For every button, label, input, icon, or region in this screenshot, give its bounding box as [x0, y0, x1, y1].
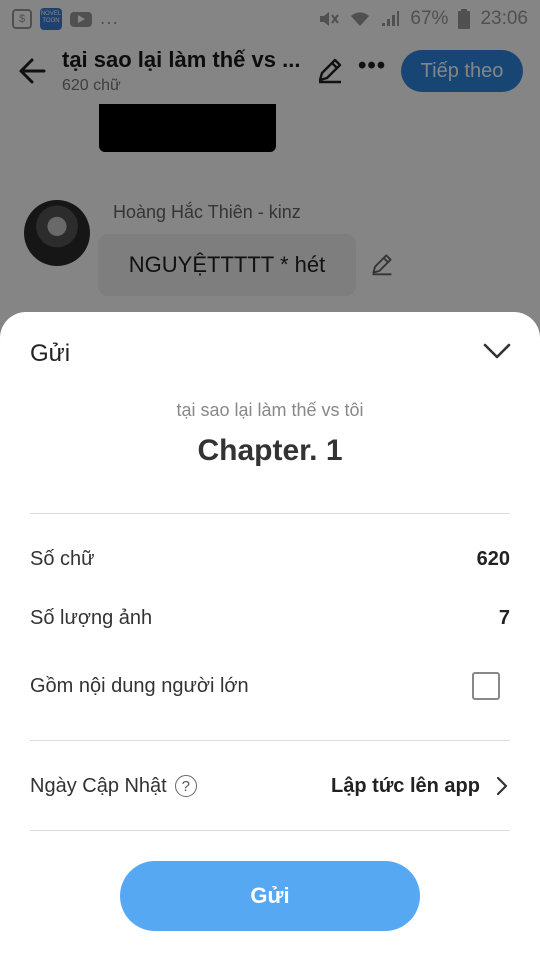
divider: [30, 740, 510, 741]
collapse-sheet-button[interactable]: [480, 338, 514, 364]
word-count-value: 620: [476, 547, 510, 570]
divider: [30, 513, 510, 514]
story-title: tại sao lại làm thế vs tôi: [176, 400, 364, 420]
send-button[interactable]: Gửi: [120, 861, 420, 931]
image-count-row: Số lượng ảnh 7: [30, 598, 510, 638]
chevron-right-icon: [496, 776, 510, 796]
adult-content-label: Gồm nội dung người lớn: [30, 674, 249, 697]
word-count-row: Số chữ 620: [30, 539, 510, 579]
help-icon[interactable]: ?: [174, 775, 197, 797]
word-count-label: Số chữ: [30, 547, 95, 570]
image-count-label: Số lượng ảnh: [30, 606, 153, 629]
update-date-row[interactable]: Ngày Cập Nhật ? Lập tức lên app: [30, 766, 510, 806]
adult-content-checkbox[interactable]: [472, 672, 500, 700]
adult-content-row: Gồm nội dung người lớn: [30, 666, 510, 706]
chapter-title: Chapter. 1: [197, 434, 343, 467]
image-count-value: 7: [498, 606, 510, 629]
chevron-down-icon: [483, 343, 511, 359]
sheet-title: Gửi: [30, 340, 71, 367]
send-bottom-sheet: Gửi tại sao lại làm thế vs tôi Chapter. …: [0, 312, 540, 960]
update-date-label: Ngày Cập Nhật: [30, 774, 167, 797]
update-date-value: Lập tức lên app: [331, 774, 480, 797]
divider: [30, 830, 510, 831]
